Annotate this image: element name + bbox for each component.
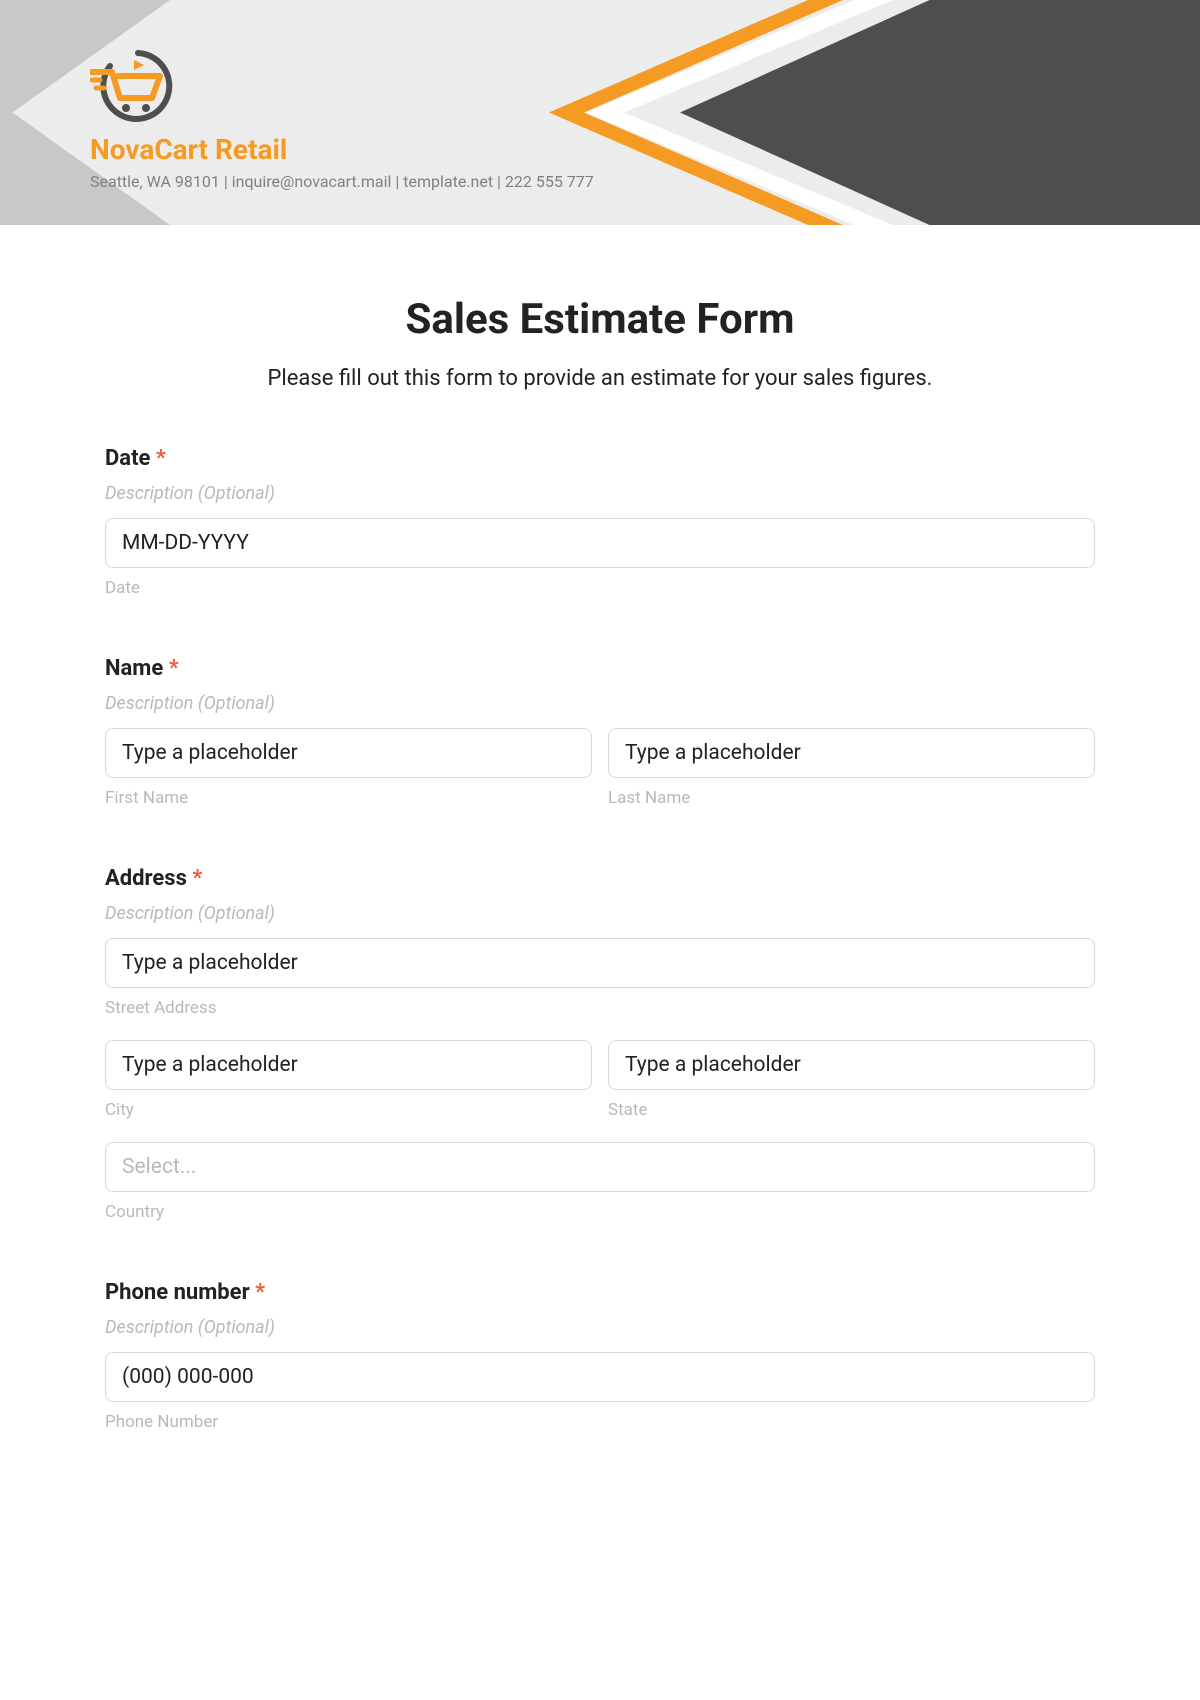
street-address-input[interactable] bbox=[105, 938, 1095, 988]
name-label-row: Name * bbox=[105, 656, 1095, 681]
page-title: Sales Estimate Form bbox=[105, 295, 1095, 344]
last-name-input[interactable] bbox=[608, 728, 1095, 778]
date-input[interactable] bbox=[105, 518, 1095, 568]
field-name: Name * Description (Optional) First Name… bbox=[105, 656, 1095, 808]
field-date: Date * Description (Optional) Date bbox=[105, 446, 1095, 598]
date-description: Description (Optional) bbox=[105, 483, 1095, 504]
phone-description: Description (Optional) bbox=[105, 1317, 1095, 1338]
date-label: Date bbox=[105, 446, 150, 471]
address-description: Description (Optional) bbox=[105, 903, 1095, 924]
first-name-sublabel: First Name bbox=[105, 788, 592, 808]
required-asterisk: * bbox=[156, 446, 166, 471]
brand-logo-icon bbox=[90, 48, 185, 123]
field-address: Address * Description (Optional) Street … bbox=[105, 866, 1095, 1222]
required-asterisk: * bbox=[169, 656, 179, 681]
brand-subtext: Seattle, WA 98101 | inquire@novacart.mai… bbox=[90, 172, 594, 191]
address-label-row: Address * bbox=[105, 866, 1095, 891]
address-label: Address bbox=[105, 866, 187, 891]
date-sublabel: Date bbox=[105, 578, 1095, 598]
last-name-sublabel: Last Name bbox=[608, 788, 1095, 808]
required-asterisk: * bbox=[255, 1280, 265, 1305]
phone-label: Phone number bbox=[105, 1280, 250, 1305]
phone-sublabel: Phone Number bbox=[105, 1412, 1095, 1432]
phone-label-row: Phone number * bbox=[105, 1280, 1095, 1305]
page-description: Please fill out this form to provide an … bbox=[105, 366, 1095, 391]
country-sublabel: Country bbox=[105, 1202, 1095, 1222]
form-content: Sales Estimate Form Please fill out this… bbox=[0, 225, 1200, 1530]
street-address-sublabel: Street Address bbox=[105, 998, 1095, 1018]
required-asterisk: * bbox=[192, 866, 202, 891]
state-input[interactable] bbox=[608, 1040, 1095, 1090]
name-description: Description (Optional) bbox=[105, 693, 1095, 714]
first-name-input[interactable] bbox=[105, 728, 592, 778]
page-header: NovaCart Retail Seattle, WA 98101 | inqu… bbox=[0, 0, 1200, 225]
city-input[interactable] bbox=[105, 1040, 592, 1090]
country-select[interactable]: Select... bbox=[105, 1142, 1095, 1192]
brand-block: NovaCart Retail Seattle, WA 98101 | inqu… bbox=[90, 48, 594, 191]
brand-name: NovaCart Retail bbox=[90, 133, 594, 166]
phone-input[interactable] bbox=[105, 1352, 1095, 1402]
state-sublabel: State bbox=[608, 1100, 1095, 1120]
field-phone: Phone number * Description (Optional) Ph… bbox=[105, 1280, 1095, 1432]
city-sublabel: City bbox=[105, 1100, 592, 1120]
date-label-row: Date * bbox=[105, 446, 1095, 471]
name-label: Name bbox=[105, 656, 163, 681]
